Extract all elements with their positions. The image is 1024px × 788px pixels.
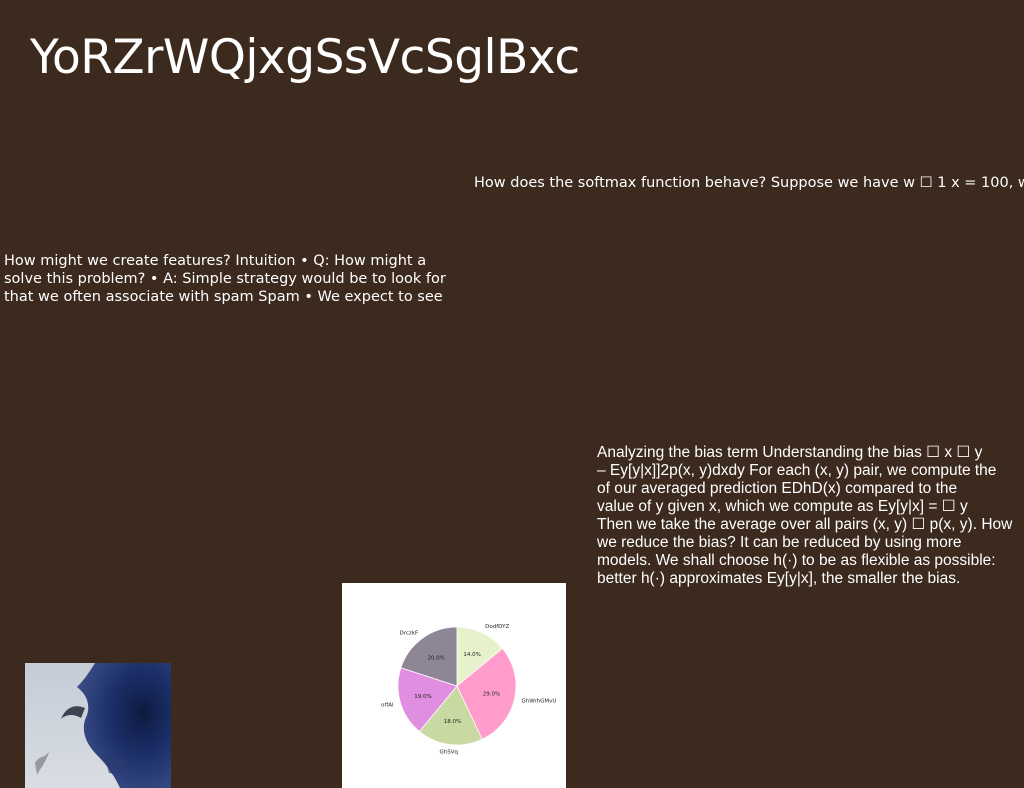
pie-percent-label: 19.0% bbox=[414, 694, 431, 700]
bias-line: models. We shall choose h(·) to be as fl… bbox=[597, 552, 996, 569]
bias-line: of our averaged prediction EDhD(x) compa… bbox=[597, 480, 958, 497]
features-text-block: How might we create features? Intuition … bbox=[4, 252, 446, 306]
bias-line: we reduce the bias? It can be reduced by… bbox=[597, 534, 962, 551]
pie-percent-label: 18.0% bbox=[444, 719, 461, 725]
pie-chart: DodfDYZ 14.0% GhWrhGMvU 29.0% GhSVq 18.0% offA… bbox=[381, 624, 556, 756]
bias-line: – Ey[y|x]]2p(x, y)dxdy For each (x, y) p… bbox=[597, 462, 997, 479]
bias-text-block: Analyzing the bias term Understanding th… bbox=[597, 444, 1022, 588]
features-line: that we often associate with spam Spam •… bbox=[4, 289, 443, 305]
features-line: solve this problem? • A: Simple strategy… bbox=[4, 271, 446, 287]
pie-category-label: offAl bbox=[381, 702, 394, 708]
bias-line: Then we take the average over all pairs … bbox=[597, 516, 1013, 533]
sky-photo bbox=[25, 663, 171, 788]
pie-category-label: DodfDYZ bbox=[485, 624, 509, 630]
sky-photo-graphic bbox=[25, 663, 171, 788]
features-line: How might we create features? Intuition … bbox=[4, 253, 427, 269]
pie-category-label: DrczkF bbox=[400, 631, 419, 637]
pie-percent-label: 20.0% bbox=[427, 655, 444, 661]
bias-line: value of y given x, which we compute as … bbox=[597, 498, 968, 515]
pie-percent-label: 14.0% bbox=[463, 652, 480, 658]
softmax-text: How does the softmax function behave? Su… bbox=[474, 175, 1024, 191]
pie-chart-card: DodfDYZ 14.0% GhWrhGMvU 29.0% GhSVq 18.0% offA… bbox=[342, 583, 566, 788]
bias-line: better h(·) approximates Ey[y|x], the sm… bbox=[597, 570, 961, 587]
pie-category-label: GhWrhGMvU bbox=[521, 698, 556, 704]
bias-line: Analyzing the bias term Understanding th… bbox=[597, 444, 983, 461]
page-title: YoRZrWQjxgSsVcSglBxc bbox=[30, 30, 580, 85]
pie-category-label: GhSVq bbox=[439, 750, 458, 756]
pie-percent-label: 29.0% bbox=[483, 692, 500, 698]
